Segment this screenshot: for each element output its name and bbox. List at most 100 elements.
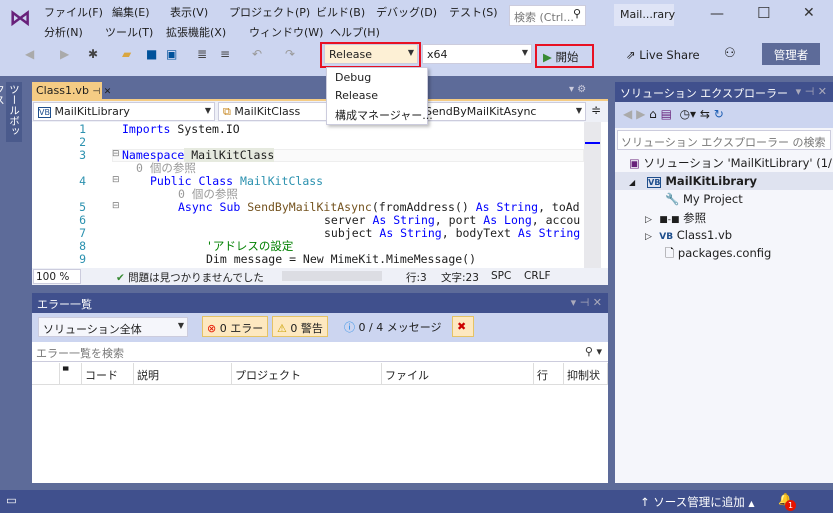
maximize-button[interactable]: ☐: [757, 4, 770, 22]
search-icon: ⚲: [573, 7, 582, 20]
collapse-icon[interactable]: ⊟: [112, 175, 120, 185]
save-icon[interactable]: ■: [146, 47, 157, 61]
solution-explorer-toolbar: ◀ ▶ ⌂ ▤ ◷▾ ⇆ ↻: [615, 102, 833, 128]
tree-my-project[interactable]: 🔧 My Project: [665, 192, 743, 206]
zoom-dropdown[interactable]: 100 %: [33, 269, 81, 284]
status-bar: ▭ ↑ ソース管理に追加 ▲ 🔔 1: [0, 490, 833, 513]
tree-solution[interactable]: ▣ ソリューション 'MailKitLibrary' (1/1 プ: [629, 155, 833, 171]
sync-icon[interactable]: ⇆: [700, 107, 710, 121]
history-icon[interactable]: ◷▾: [680, 107, 697, 121]
filter-button[interactable]: ✖: [452, 316, 474, 337]
tree-packages-config[interactable]: 🗋 packages.config: [665, 246, 771, 265]
menu-view[interactable]: 表示(V): [170, 4, 208, 20]
tab-class1-vb[interactable]: Class1.vb ⊣ ✕: [32, 82, 111, 100]
errors-filter-button[interactable]: ⊗ 0 エラー: [202, 316, 269, 337]
keyword: String: [393, 226, 442, 240]
warnings-filter-button[interactable]: ⚠ 0 警告: [272, 316, 328, 337]
check-icon: ✔: [116, 272, 125, 284]
error-list-header: エラー一覧 ▾ ⊣ ✕: [32, 293, 608, 313]
column-description[interactable]: 説明: [134, 363, 232, 385]
menu-extensions[interactable]: 拡張機能(X): [166, 24, 226, 40]
menu-build[interactable]: ビルド(B): [316, 4, 365, 20]
notifications-button[interactable]: 🔔 1: [778, 492, 796, 511]
error-list-title: エラー一覧: [37, 298, 92, 311]
vb-file-icon: VB: [659, 232, 674, 242]
column-suppression[interactable]: 抑制状: [564, 363, 608, 385]
tree-project[interactable]: ◢ VB MailKitLibrary: [629, 174, 757, 188]
column-line[interactable]: 行: [534, 363, 564, 385]
scope-dropdown[interactable]: ソリューション全体 ▼: [38, 317, 188, 337]
column-code[interactable]: コード: [82, 363, 134, 385]
collapse-icon[interactable]: ⊟: [112, 149, 120, 159]
platform-dropdown[interactable]: x64 ▼: [422, 44, 532, 64]
error-list-toolbar: ソリューション全体 ▼ ⊗ 0 エラー ⚠ 0 警告 ⓘ 0 / 4 メッセージ …: [32, 313, 608, 342]
forward-icon[interactable]: ▶: [60, 47, 69, 61]
solution-search-input[interactable]: ソリューション エクスプローラー の検索: [617, 130, 831, 150]
column-file[interactable]: ファイル: [382, 363, 534, 385]
code-editor[interactable]: [32, 122, 608, 268]
line-ending-indicator[interactable]: CRLF: [524, 270, 551, 282]
configuration-menu: Debug Release 構成マネージャー...: [326, 67, 433, 125]
comment-icon[interactable]: ≣: [197, 47, 207, 61]
uncomment-icon[interactable]: ≡: [220, 47, 230, 61]
save-all-icon[interactable]: ▣: [166, 47, 177, 61]
menu-window[interactable]: ウィンドウ(W): [249, 24, 323, 40]
menu-edit[interactable]: 編集(E): [112, 4, 150, 20]
feedback-icon[interactable]: ⚇: [724, 46, 736, 61]
menu-item-debug[interactable]: Debug: [335, 71, 371, 84]
tab-list-icon[interactable]: ▾ ⚙: [569, 84, 586, 95]
info-icon: ⓘ: [344, 321, 355, 334]
member-nav-dropdown[interactable]: SendByMailKitAsync ▼: [420, 102, 586, 121]
pin-close-icons[interactable]: ▾ ⊣ ✕: [571, 296, 602, 309]
toolbox-tab[interactable]: ツールボックス: [0, 82, 22, 142]
forward-icon[interactable]: ▶: [636, 107, 645, 121]
collapse-icon[interactable]: ⊟: [112, 201, 120, 211]
back-icon[interactable]: ◀: [25, 47, 34, 61]
keyword: String: [531, 226, 581, 240]
whitespace-indicator[interactable]: SPC: [491, 270, 511, 282]
tree-label: ソリューション 'MailKitLibrary' (1/1 プ: [643, 156, 833, 170]
menu-tools[interactable]: ツール(T): [105, 24, 153, 40]
tree-class1-vb[interactable]: ▷ VB Class1.vb: [645, 228, 732, 242]
home-icon[interactable]: ⌂: [649, 107, 657, 121]
messages-filter-button[interactable]: ⓘ 0 / 4 メッセージ: [344, 319, 441, 335]
menu-help[interactable]: ヘルプ(H): [330, 24, 380, 40]
close-icon[interactable]: ✕: [104, 87, 112, 97]
menu-test[interactable]: テスト(S): [449, 4, 498, 20]
redo-icon[interactable]: ↷: [285, 47, 295, 61]
pin-icon[interactable]: ⊣: [92, 87, 100, 97]
class-nav-dropdown[interactable]: ⧉ MailKitClass: [218, 102, 328, 121]
open-folder-icon[interactable]: ▰: [122, 47, 131, 61]
horizontal-scrollbar[interactable]: [282, 271, 382, 281]
split-icon[interactable]: ≑: [591, 103, 601, 117]
minimize-button[interactable]: —: [710, 6, 724, 22]
switch-views-icon[interactable]: ▤: [661, 107, 672, 121]
column-project[interactable]: プロジェクト: [232, 363, 382, 385]
source-control-button[interactable]: ↑ ソース管理に追加 ▲: [640, 494, 755, 510]
tree-references[interactable]: ▷ ■-■ 参照: [645, 210, 706, 226]
window-icon: ▭: [6, 493, 17, 507]
menu-file[interactable]: ファイル(F): [44, 4, 103, 20]
error-table-header: ▀ コード 説明 プロジェクト ファイル 行 抑制状: [32, 363, 608, 385]
menu-analyze[interactable]: 分析(N): [44, 24, 83, 40]
code-line-7: subject As String, bodyText As String: [324, 227, 580, 240]
close-button[interactable]: ✕: [803, 5, 815, 21]
account-button[interactable]: 管理者: [762, 43, 820, 65]
code-text: , accou: [531, 213, 581, 227]
error-search-input[interactable]: エラー一覧を検索 ⚲ ▾: [32, 342, 608, 362]
live-share-button[interactable]: ⇗ Live Share: [626, 48, 700, 62]
menu-item-release[interactable]: Release: [335, 89, 378, 102]
issues-status[interactable]: ✔ 問題は見つかりませんでした: [116, 270, 264, 285]
start-button[interactable]: ▶ 開始: [535, 44, 594, 68]
column-sort[interactable]: ▀: [60, 363, 82, 385]
undo-icon[interactable]: ↶: [252, 47, 262, 61]
back-icon[interactable]: ◀: [623, 107, 632, 121]
menu-item-configuration-manager[interactable]: 構成マネージャー...: [335, 107, 433, 123]
refresh-icon[interactable]: ↻: [714, 107, 724, 121]
project-nav-dropdown[interactable]: VB MailKitLibrary ▼: [33, 102, 215, 121]
vb-project-icon: VB: [647, 177, 662, 188]
menu-project[interactable]: プロジェクト(P): [229, 4, 310, 20]
menu-debug[interactable]: デバッグ(D): [376, 4, 437, 20]
pin-close-icons[interactable]: ▾ ⊣ ✕: [796, 85, 827, 98]
new-project-icon[interactable]: ✱: [88, 47, 98, 61]
